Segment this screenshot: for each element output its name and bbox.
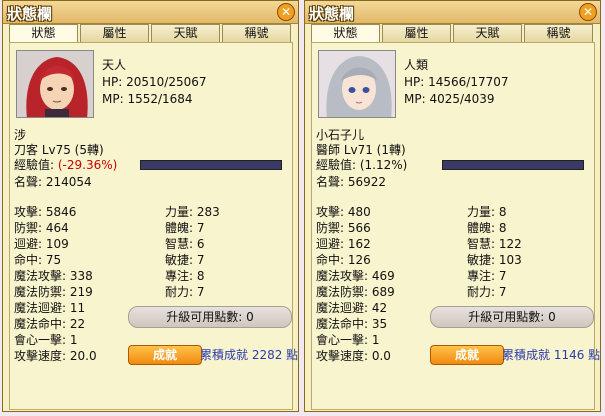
stat-wisdom: 智慧: 122 <box>467 237 522 251</box>
tab-title[interactable]: 稱號 <box>524 24 593 42</box>
exp-value: (1.12%) <box>359 158 408 172</box>
title-bar[interactable]: 狀態欄 ✕ <box>3 1 298 24</box>
achievement-button[interactable]: 成就 <box>430 345 504 365</box>
stat-accuracy: 命中: 75 <box>14 253 62 267</box>
tab-talent[interactable]: 天賦 <box>151 24 220 42</box>
stat-vitality: 體魄: 8 <box>467 221 507 235</box>
stat-accuracy: 命中: 126 <box>316 253 371 267</box>
stat-evasion: 迴避: 162 <box>316 237 371 251</box>
fame-value: 名聲: 214054 <box>14 175 92 189</box>
stat-critical: 會心一擊: 1 <box>316 333 380 347</box>
stat-attack-speed: 攻擊速度: 20.0 <box>14 349 97 363</box>
stat-magic-evasion: 魔法迴避: 42 <box>316 301 388 315</box>
achievement-button[interactable]: 成就 <box>128 345 202 365</box>
race-label: 人類 <box>404 58 429 72</box>
mp-value: MP: 4025/4039 <box>404 92 495 106</box>
stat-wisdom: 智慧: 6 <box>165 237 205 251</box>
race-label: 天人 <box>102 58 127 72</box>
stat-magic-attack: 魔法攻擊: 469 <box>316 269 395 283</box>
stat-magic-accuracy: 魔法命中: 35 <box>316 317 388 331</box>
mp-value: MP: 1552/1684 <box>102 92 193 106</box>
exp-label: 經驗值: <box>316 158 360 172</box>
stat-endurance: 耐力: 7 <box>467 285 507 299</box>
stat-attack-speed: 攻擊速度: 0.0 <box>316 349 391 363</box>
stat-defense: 防禦: 566 <box>316 221 371 235</box>
tab-title[interactable]: 稱號 <box>222 24 291 42</box>
tab-attributes[interactable]: 屬性 <box>80 24 149 42</box>
hp-value: HP: 20510/25067 <box>102 75 207 89</box>
stat-agility: 敏捷: 103 <box>467 253 522 267</box>
upgrade-points-button[interactable]: 升級可用點數: 0 <box>430 306 594 328</box>
upgrade-points-button[interactable]: 升級可用點數: 0 <box>128 306 292 328</box>
stat-endurance: 耐力: 7 <box>165 285 205 299</box>
stat-strength: 力量: 8 <box>467 205 507 219</box>
stat-magic-evasion: 魔法迴避: 11 <box>14 301 86 315</box>
stat-magic-defense: 魔法防禦: 219 <box>14 285 93 299</box>
close-icon[interactable]: ✕ <box>579 3 597 21</box>
achievement-total: 累積成就 2282 點 <box>200 348 299 362</box>
exp-row: 經驗值: (-29.36%) <box>14 156 117 173</box>
tab-bar: 狀態 屬性 天賦 稱號 <box>311 24 595 42</box>
title-bar[interactable]: 狀態欄 ✕ <box>305 1 600 24</box>
status-content: 人類 HP: 14566/17707 MP: 4025/4039 小石子儿 醫師… <box>311 42 600 410</box>
tab-status[interactable]: 狀態 <box>311 24 380 42</box>
exp-bar <box>442 160 584 170</box>
achievement-total: 累積成就 1146 點 <box>502 348 601 362</box>
close-icon[interactable]: ✕ <box>277 3 295 21</box>
tab-bar: 狀態 屬性 天賦 稱號 <box>9 24 293 42</box>
tab-status[interactable]: 狀態 <box>9 24 78 42</box>
tab-attributes[interactable]: 屬性 <box>382 24 451 42</box>
fame-value: 名聲: 56922 <box>316 175 387 189</box>
vitals: 天人 HP: 20510/25067 MP: 1552/1684 <box>102 57 207 108</box>
stat-magic-defense: 魔法防禦: 689 <box>316 285 395 299</box>
exp-value: (-29.36%) <box>57 158 118 172</box>
status-content: 天人 HP: 20510/25067 MP: 1552/1684 涉 刀客 Lv… <box>9 42 298 410</box>
stat-agility: 敏捷: 7 <box>165 253 205 267</box>
window-title: 狀態欄 <box>7 5 53 23</box>
exp-label: 經驗值: <box>14 158 58 172</box>
vitals: 人類 HP: 14566/17707 MP: 4025/4039 <box>404 57 509 108</box>
window-title: 狀態欄 <box>309 5 355 23</box>
stat-magic-attack: 魔法攻擊: 338 <box>14 269 93 283</box>
character-portrait <box>318 50 396 118</box>
hp-value: HP: 14566/17707 <box>404 75 509 89</box>
stat-attack: 攻擊: 480 <box>316 205 371 219</box>
stat-attack: 攻擊: 5846 <box>14 205 77 219</box>
exp-row: 經驗值: (1.12%) <box>316 156 407 173</box>
character-portrait <box>16 50 94 118</box>
stat-critical: 會心一擊: 1 <box>14 333 78 347</box>
stat-defense: 防禦: 464 <box>14 221 69 235</box>
status-window-left: 狀態欄 ✕ 狀態 屬性 天賦 稱號 天人 HP: 20510/25067 MP:… <box>2 0 299 412</box>
stat-focus: 專注: 8 <box>165 269 205 283</box>
stat-focus: 專注: 7 <box>467 269 507 283</box>
exp-bar <box>140 160 282 170</box>
stat-magic-accuracy: 魔法命中: 22 <box>14 317 86 331</box>
stat-vitality: 體魄: 7 <box>165 221 205 235</box>
tab-talent[interactable]: 天賦 <box>453 24 522 42</box>
stat-evasion: 迴避: 109 <box>14 237 69 251</box>
stat-strength: 力量: 283 <box>165 205 220 219</box>
status-window-right: 狀態欄 ✕ 狀態 屬性 天賦 稱號 人類 HP: 14566/17707 MP:… <box>304 0 601 412</box>
